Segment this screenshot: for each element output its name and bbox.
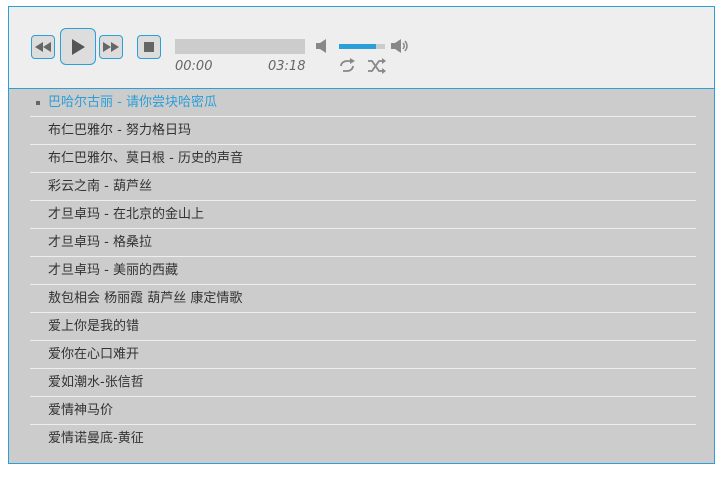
playlist-item[interactable]: 才旦卓玛 - 格桑拉 [30,229,696,257]
track-title: 布仁巴雅尔 - 努力格日玛 [48,123,191,138]
control-bar: 00:00 03:18 [9,7,714,89]
volume-slider[interactable] [339,44,385,49]
rewind-icon [35,42,51,52]
playlist-item[interactable]: 爱情诺曼底-黄征 [30,425,696,453]
fast-forward-button[interactable] [99,35,123,59]
playlist-item[interactable]: 爱如潮水-张信哲 [30,369,696,397]
current-track[interactable]: 巴哈尔古丽 - 请你尝块哈密瓜 [30,89,696,117]
track-title: 才旦卓玛 - 在北京的金山上 [48,207,204,222]
track-title: 爱你在心口难开 [48,347,140,362]
fast-forward-icon [103,42,119,52]
playlist-item[interactable]: 才旦卓玛 - 在北京的金山上 [30,201,696,229]
rewind-button[interactable] [31,35,55,59]
current-track-bullet [36,101,40,105]
playlist-item[interactable]: 爱上你是我的错 [30,313,696,341]
playlist-item[interactable]: 敖包相会 杨丽霞 葫芦丝 康定情歌 [30,285,696,313]
track-title: 爱情神马价 [48,403,114,418]
duration-time: 03:18 [268,59,306,74]
track-title: 巴哈尔古丽 - 请你尝块哈密瓜 [48,95,217,110]
playlist: 巴哈尔古丽 - 请你尝块哈密瓜 布仁巴雅尔 - 努力格日玛布仁巴雅尔、莫日根 - … [9,89,714,453]
track-title: 布仁巴雅尔、莫日根 - 历史的声音 [48,151,243,166]
playlist-item[interactable]: 爱情神马价 [30,397,696,425]
progress-bar[interactable] [175,39,305,54]
playlist-item[interactable]: 布仁巴雅尔、莫日根 - 历史的声音 [30,145,696,173]
track-title: 爱上你是我的错 [48,319,140,334]
playlist-item[interactable]: 才旦卓玛 - 美丽的西藏 [30,257,696,285]
repeat-icon[interactable] [337,58,357,74]
track-title: 爱情诺曼底-黄征 [48,431,144,446]
track-title: 才旦卓玛 - 格桑拉 [48,235,152,250]
track-title: 敖包相会 杨丽霞 葫芦丝 康定情歌 [48,291,243,306]
track-title: 彩云之南 - 葫芦丝 [48,179,152,194]
current-time: 00:00 [175,59,213,74]
playlist-item[interactable]: 彩云之南 - 葫芦丝 [30,173,696,201]
stop-icon [144,42,154,52]
volume-max-icon[interactable] [390,38,410,54]
playlist-item[interactable]: 布仁巴雅尔 - 努力格日玛 [30,117,696,145]
track-title: 爱如潮水-张信哲 [48,375,144,390]
track-title: 才旦卓玛 - 美丽的西藏 [48,263,178,278]
stop-button[interactable] [137,35,161,59]
volume-level [339,44,376,49]
play-button[interactable] [60,28,96,65]
playlist-item[interactable]: 爱你在心口难开 [30,341,696,369]
play-icon [72,38,85,55]
shuffle-icon[interactable] [367,58,387,74]
volume-mute-icon[interactable] [315,38,329,54]
audio-player: 00:00 03:18 巴哈尔古丽 - 请你尝块哈密瓜 布仁巴雅尔 - 努力格日… [8,6,715,464]
